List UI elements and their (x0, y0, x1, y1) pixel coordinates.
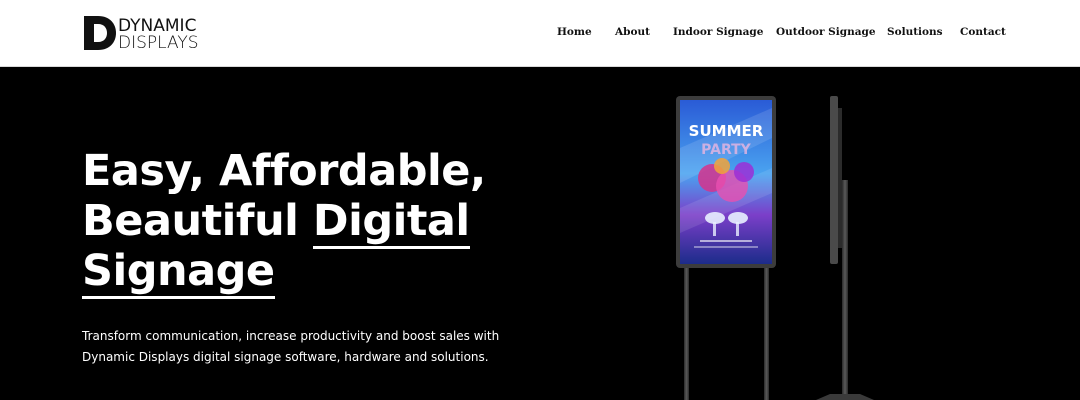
hero-headline: Easy, Affordable, Beautiful Digital Sign… (82, 146, 542, 299)
nav-home[interactable]: Home (557, 26, 592, 38)
nav-outdoor-signage[interactable]: Outdoor Signage (776, 26, 876, 38)
headline-digital: Digital (312, 196, 470, 249)
nav-indoor-signage[interactable]: Indoor Signage (673, 26, 763, 38)
site-header: DYNAMIC DISPLAYS Home About Indoor Signa… (0, 0, 1080, 67)
digital-signage-stand-image: SUMMER PARTY (676, 96, 874, 400)
headline-line1: Easy, Affordable, (82, 146, 486, 196)
headline-signage: Signage (82, 246, 275, 299)
nav-about[interactable]: About (615, 26, 650, 38)
headline-line2a: Beautiful (82, 196, 313, 246)
main-nav: Home About Indoor Signage Outdoor Signag… (0, 26, 1080, 42)
hero-section: Easy, Affordable, Beautiful Digital Sign… (0, 68, 1080, 400)
nav-contact[interactable]: Contact (960, 26, 1006, 38)
screen-title-party: PARTY (701, 142, 752, 158)
screen-title-summer: SUMMER (689, 122, 764, 140)
nav-solutions[interactable]: Solutions (887, 26, 943, 38)
hero-subtext: Transform communication, increase produc… (82, 329, 500, 364)
